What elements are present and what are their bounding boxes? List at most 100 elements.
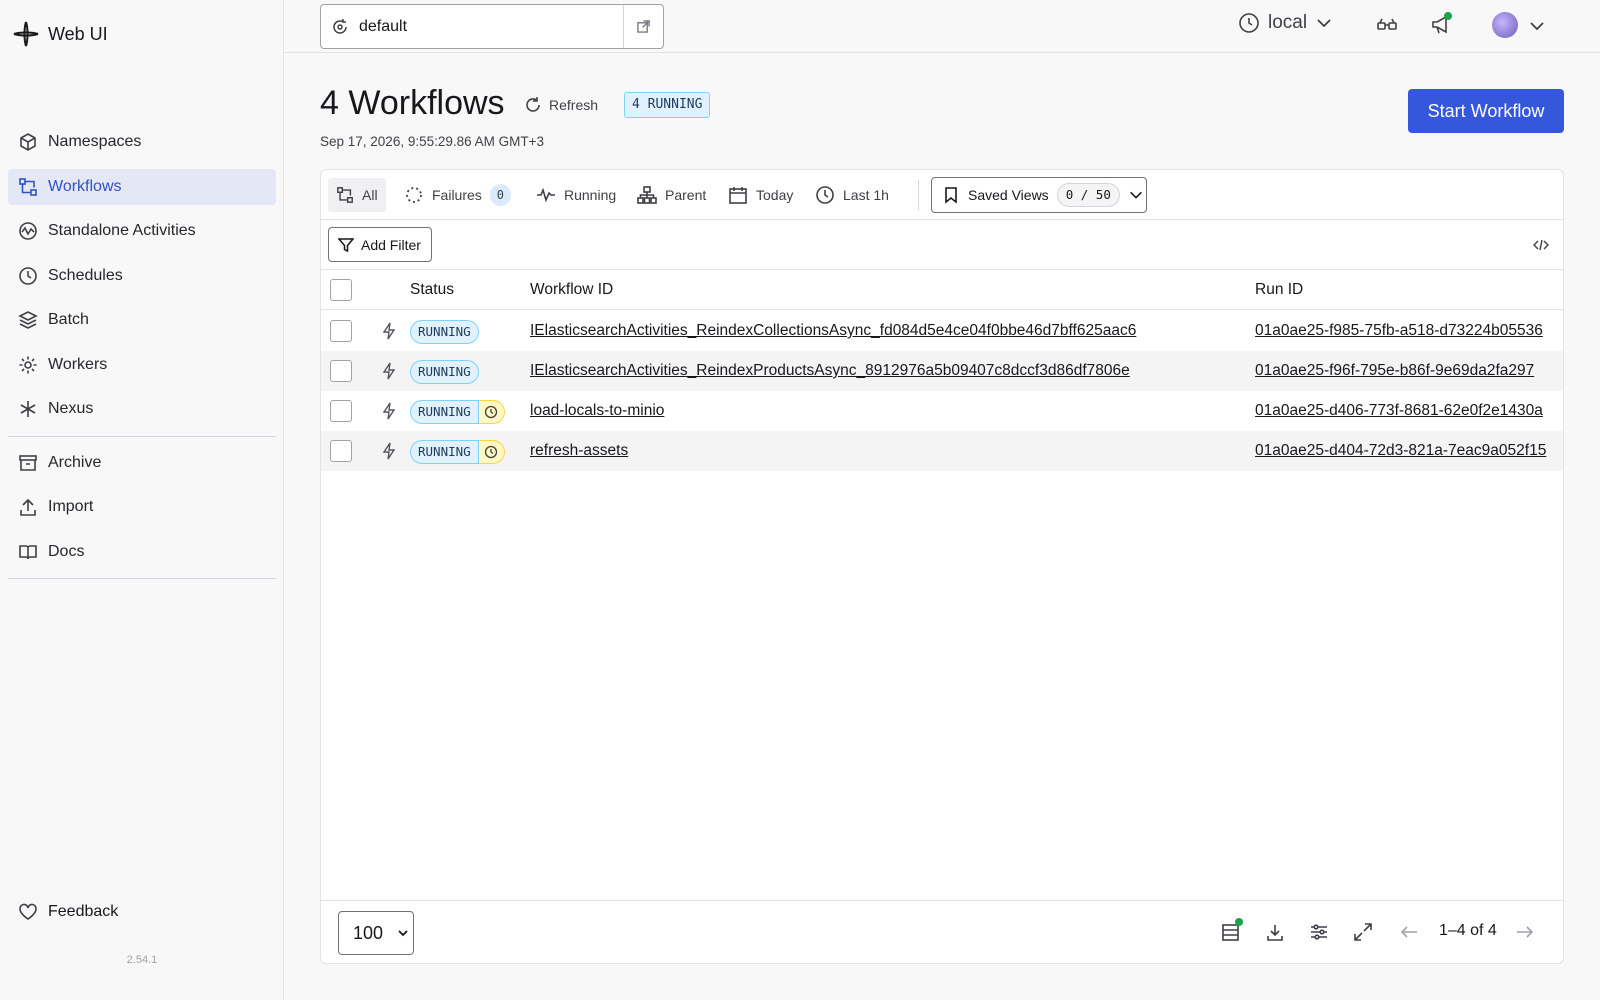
start-workflow-button[interactable]: Start Workflow — [1408, 89, 1564, 133]
download-button[interactable] — [1265, 922, 1285, 945]
announcements-button[interactable] — [1430, 12, 1452, 39]
notification-dot — [1444, 12, 1452, 20]
workflow-id-link[interactable]: IElasticsearchActivities_ReindexCollecti… — [530, 322, 1136, 340]
filter-today[interactable]: Today — [720, 178, 801, 212]
page-size-value: 100 — [353, 922, 384, 943]
funnel-icon — [338, 237, 354, 252]
clock-icon — [816, 186, 834, 204]
code-view-button[interactable] — [1533, 237, 1549, 256]
table-row[interactable]: RUNNING IElasticsearchActivities_Reindex… — [321, 311, 1563, 351]
table-row[interactable]: RUNNING refresh-assets 01a0ae25-d404-72d… — [321, 431, 1563, 471]
namespace-open-button[interactable] — [623, 5, 663, 48]
sidebar-item-nexus[interactable]: Nexus — [8, 391, 276, 427]
data-encoder-button[interactable] — [1376, 14, 1398, 39]
sidebar-item-workflows[interactable]: Workflows — [8, 168, 276, 205]
filter-failures[interactable]: Failures 0 — [396, 178, 519, 212]
namespace-selector[interactable]: default — [320, 4, 664, 49]
bolt-icon — [382, 442, 396, 460]
sidebar-item-label: Standalone Activities — [48, 222, 196, 239]
bolt-icon — [382, 322, 396, 340]
download-icon — [1267, 925, 1283, 941]
table-view-button[interactable] — [1221, 918, 1243, 945]
row-checkbox[interactable] — [330, 440, 352, 462]
refresh-label: Refresh — [549, 97, 599, 113]
table-row[interactable]: RUNNING IElasticsearchActivities_Reindex… — [321, 351, 1563, 391]
failures-count-badge: 0 — [489, 184, 512, 206]
layers-icon — [18, 311, 38, 329]
glasses-icon — [1377, 18, 1397, 30]
filter-all[interactable]: All — [328, 178, 386, 212]
sidebar-item-namespaces[interactable]: Namespaces — [8, 124, 276, 160]
status-label: RUNNING — [410, 360, 479, 384]
bolt-icon — [382, 362, 396, 380]
row-checkbox[interactable] — [330, 400, 352, 422]
bolt-icon — [382, 402, 396, 420]
row-checkbox[interactable] — [330, 360, 352, 382]
spinner-icon — [406, 187, 422, 203]
workflow-id-link[interactable]: load-locals-to-minio — [530, 402, 664, 420]
workflow-id-link[interactable]: IElasticsearchActivities_ReindexProducts… — [530, 362, 1130, 380]
row-checkbox[interactable] — [330, 320, 352, 342]
bookmark-icon — [945, 187, 957, 204]
status-badge: RUNNING — [410, 400, 505, 424]
column-header-status[interactable]: Status — [410, 281, 454, 299]
run-id-link[interactable]: 01a0ae25-d406-773f-8681-62e0f2e1430a — [1255, 402, 1563, 420]
run-id-link[interactable]: 01a0ae25-d404-72d3-821a-7eac9a052f15 — [1255, 442, 1563, 460]
sidebar-item-archive[interactable]: Archive — [8, 445, 276, 481]
sidebar-item-label: Schedules — [48, 266, 123, 284]
sidebar-divider — [8, 435, 276, 437]
clock-icon — [19, 266, 37, 285]
status-label: RUNNING — [410, 400, 479, 424]
timezone-selector[interactable]: local — [1238, 12, 1333, 34]
namespace-select[interactable]: default — [321, 18, 623, 36]
select-all-checkbox[interactable] — [330, 279, 352, 301]
sidebar-divider — [8, 578, 276, 579]
sidebar-item-schedules[interactable]: Schedules — [8, 258, 276, 294]
run-id-link[interactable]: 01a0ae25-f985-75fb-a518-d73224b05536 — [1255, 322, 1563, 340]
page-size-select[interactable]: 100 — [338, 911, 414, 955]
arrow-left-icon — [1400, 926, 1417, 938]
asterisk-icon — [20, 401, 36, 417]
sidebar-item-workers[interactable]: Workers — [8, 347, 276, 383]
sidebar-item-import[interactable]: Import — [8, 489, 276, 525]
configure-columns-button[interactable] — [1309, 922, 1329, 945]
sidebar-item-docs[interactable]: Docs — [8, 534, 276, 570]
avatar[interactable] — [1492, 12, 1518, 38]
previous-page-button[interactable] — [1399, 922, 1419, 945]
column-header-run-id[interactable]: Run ID — [1255, 281, 1303, 299]
pulse-icon — [537, 187, 555, 203]
table-row[interactable]: RUNNING load-locals-to-minio 01a0ae25-d4… — [321, 391, 1563, 431]
arrow-right-icon — [1517, 926, 1534, 938]
filter-running[interactable]: Running — [528, 178, 624, 212]
filter-parent[interactable]: Parent — [629, 178, 714, 212]
namespace-switch-icon — [333, 18, 347, 34]
fullscreen-button[interactable] — [1353, 922, 1373, 945]
filters-divider — [918, 180, 919, 210]
brand[interactable]: Web UI — [12, 20, 108, 48]
sidebar-item-batch[interactable]: Batch — [8, 302, 276, 338]
app-version: 2.54.1 — [126, 954, 158, 966]
external-link-icon — [637, 20, 650, 33]
saved-views-button[interactable]: Saved Views 0 / 50 — [931, 177, 1147, 213]
book-icon — [19, 544, 37, 559]
feedback-link[interactable]: Feedback — [18, 902, 118, 922]
chevron-down-icon[interactable] — [1528, 17, 1546, 35]
saved-views-label: Saved Views — [968, 187, 1049, 203]
refresh-button[interactable]: Refresh — [524, 96, 598, 114]
app-name: Web UI — [48, 23, 108, 44]
filter-last-1h[interactable]: Last 1h — [807, 178, 897, 212]
workflow-id-link[interactable]: refresh-assets — [530, 442, 628, 460]
sidebar-item-standalone-activities[interactable]: Standalone Activities — [8, 213, 276, 249]
sidebar-item-label: Namespaces — [48, 133, 142, 150]
chevron-down-icon — [398, 930, 408, 937]
filter-bar: Add Filter — [321, 220, 1563, 270]
next-page-button[interactable] — [1515, 922, 1535, 945]
run-id-link[interactable]: 01a0ae25-f96f-795e-b86f-9e69da2fa297 — [1255, 362, 1563, 380]
namespaces-icon — [20, 133, 36, 151]
status-badge: RUNNING — [410, 440, 505, 464]
table-header: Status Workflow ID Run ID — [321, 270, 1563, 310]
column-header-workflow-id[interactable]: Workflow ID — [530, 281, 613, 299]
saved-views-count: 0 / 50 — [1056, 183, 1120, 207]
add-filter-button[interactable]: Add Filter — [328, 227, 432, 262]
sidebar-item-label: Workers — [48, 355, 108, 373]
